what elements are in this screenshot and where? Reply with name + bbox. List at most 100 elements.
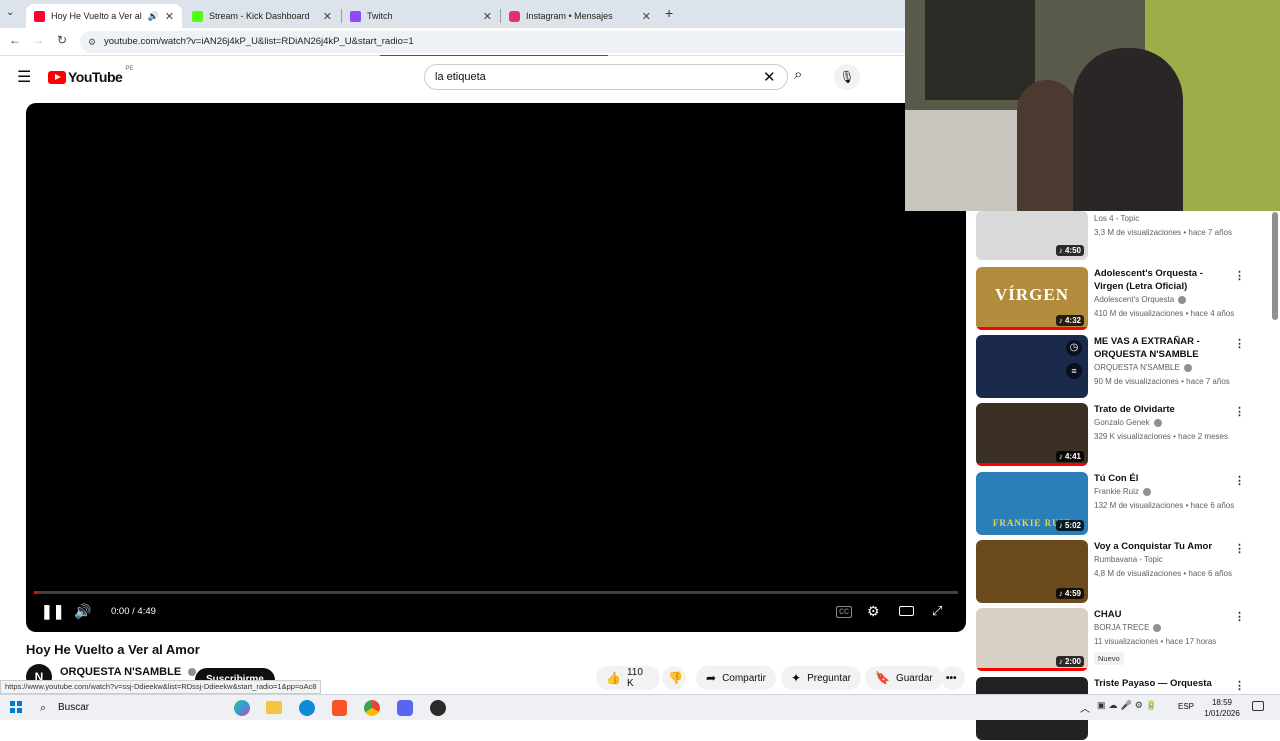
close-tab-icon[interactable]: ✕ — [165, 10, 174, 23]
more-vertical-icon[interactable]: ⋮ — [1234, 610, 1245, 623]
recommended-video-item[interactable]: ♪ 4:59 Voy a Conquistar Tu Amor Rumbavana … — [976, 540, 1272, 604]
windows-start-icon[interactable] — [10, 701, 22, 713]
discord-icon[interactable] — [397, 700, 413, 716]
reload-icon[interactable]: ↻ — [53, 33, 71, 47]
close-tab-icon[interactable]: ✕ — [483, 10, 492, 23]
video-progress-bar[interactable] — [34, 591, 958, 594]
forward-arrow-icon[interactable]: → — [29, 33, 47, 47]
tab-instagram[interactable]: Instagram • Mensajes ✕ — [501, 4, 659, 28]
more-vertical-icon[interactable]: ⋮ — [1234, 542, 1245, 555]
recommended-channel-name[interactable]: ORQUESTA N'SAMBLE — [1094, 363, 1192, 372]
thumbs-down-icon: 👎 — [668, 671, 683, 685]
volume-icon[interactable]: 🔊 — [74, 603, 91, 620]
taskbar-search-input[interactable]: ⌕ Buscar — [32, 698, 222, 718]
chrome-browser-icon[interactable] — [364, 700, 380, 716]
close-tab-icon[interactable]: ✕ — [323, 10, 332, 23]
more-actions-button[interactable]: ••• — [941, 666, 965, 690]
site-info-icon[interactable]: ⚙ — [88, 31, 96, 53]
clear-search-icon[interactable]: ✕ — [763, 68, 776, 86]
settings-gear-icon[interactable]: ⚙ — [867, 603, 880, 620]
recommended-video-title[interactable]: Tú Con Él — [1094, 472, 1234, 485]
recommended-video-item[interactable]: ♪ 2:00 CHAU BORJA TRECE 11 visualizaciones … — [976, 608, 1272, 672]
save-button[interactable]: 🔖 Guardar — [865, 666, 943, 690]
back-arrow-icon[interactable]: ← — [6, 33, 24, 47]
watched-progress-bar — [976, 463, 1088, 466]
more-vertical-icon[interactable]: ⋮ — [1234, 405, 1245, 418]
tab-list-chevron-icon[interactable]: ⌄ — [6, 7, 14, 18]
recommended-video-title[interactable]: Trato de Olvidarte — [1094, 403, 1234, 416]
edge-browser-icon[interactable] — [299, 700, 315, 716]
tab-kick[interactable]: Stream - Kick Dashboard ✕ — [184, 4, 340, 28]
tray-icons[interactable]: ▣☁🎤⚙🔋 — [1097, 700, 1160, 711]
fullscreen-icon[interactable]: ⤢ — [932, 603, 942, 619]
menu-hamburger-icon[interactable]: ☰ — [17, 67, 31, 87]
duration-badge: ♪ 4:59 — [1055, 588, 1084, 599]
video-thumbnail[interactable]: ♪ 2:00 — [976, 608, 1088, 671]
video-thumbnail[interactable]: VÍRGEN ♪ 4:32 — [976, 267, 1088, 330]
channel-text: Gonzalo Genek — [1094, 418, 1150, 427]
recommended-channel-name[interactable]: Rumbavana - Topic — [1094, 555, 1163, 564]
close-tab-icon[interactable]: ✕ — [642, 10, 651, 23]
webcam-window — [925, 0, 1035, 100]
notification-icon[interactable] — [1252, 701, 1264, 711]
recommended-channel-name[interactable]: Los 4 - Topic — [1094, 214, 1139, 223]
copilot-icon[interactable] — [234, 700, 250, 716]
more-vertical-icon[interactable]: ⋮ — [1234, 337, 1245, 350]
channel-text: Los 4 - Topic — [1094, 214, 1140, 223]
share-button[interactable]: ➦ Compartir — [696, 666, 776, 690]
more-vertical-icon[interactable]: ⋮ — [1234, 269, 1245, 282]
verified-check-icon — [1153, 623, 1162, 632]
recommended-channel-name[interactable]: Frankie Ruiz — [1094, 487, 1151, 496]
recommended-channel-name[interactable]: Adolescent's Orquesta — [1094, 295, 1187, 304]
sidebar-scrollbar[interactable] — [1272, 212, 1278, 320]
recommended-video-item[interactable]: ♪ 4:50 Los 4 - Topic 3,3 M de visualizacio… — [976, 211, 1272, 261]
recommended-video-item[interactable]: ♪ 4:41 Trato de Olvidarte Gonzalo Genek 329… — [976, 403, 1272, 467]
more-vertical-icon[interactable]: ⋮ — [1234, 679, 1245, 692]
tab-twitch[interactable]: Twitch ✕ — [342, 4, 500, 28]
search-icon[interactable]: ⌕ — [794, 66, 802, 83]
recommended-video-item[interactable]: FRANKIE RUIZ ♪ 5:02 Tú Con Él Frankie Ruiz 1… — [976, 472, 1272, 536]
voice-search-mic-icon[interactable]: 🎙 — [834, 64, 860, 90]
video-player[interactable]: ❚❚ 🔊 0:00 / 4:49 cc ⚙ ⤢ — [26, 103, 966, 632]
channel-name[interactable]: ORQUESTA N'SAMBLE — [60, 666, 197, 678]
brave-browser-icon[interactable] — [332, 700, 347, 716]
recommended-video-title[interactable]: Voy a Conquistar Tu Amor — [1094, 540, 1234, 553]
recommended-channel-name[interactable]: BORJA TRECE — [1094, 623, 1162, 632]
add-to-queue-icon[interactable]: ≡ — [1066, 363, 1082, 379]
youtube-logo[interactable]: YouTube PE — [48, 66, 133, 85]
dislike-button[interactable]: 👎 — [662, 666, 686, 690]
watch-later-clock-icon[interactable]: ◷ — [1066, 340, 1082, 356]
video-thumbnail[interactable]: FRANKIE RUIZ ♪ 5:02 — [976, 472, 1088, 535]
recommended-channel-name[interactable]: Gonzalo Genek — [1094, 418, 1162, 427]
tray-chevron-up-icon[interactable]: ︿ — [1080, 700, 1090, 715]
video-thumbnail[interactable]: ♪ 4:41 — [976, 403, 1088, 466]
recommended-video-item[interactable]: ◷ ≡ ME VAS A EXTRAÑAR - ORQUESTA N'SAMBLE O… — [976, 335, 1272, 399]
duration-badge: ♪ 5:02 — [1055, 520, 1084, 531]
new-badge: Nuevo — [1094, 652, 1124, 665]
language-indicator[interactable]: ESP — [1178, 702, 1194, 711]
recommended-video-title[interactable]: CHAU — [1094, 608, 1234, 621]
theater-mode-icon[interactable] — [899, 606, 914, 616]
search-input[interactable]: la etiqueta ✕ — [424, 64, 788, 90]
new-tab-plus-icon[interactable]: + — [665, 5, 673, 21]
recommended-video-item[interactable]: VÍRGEN ♪ 4:32 Adolescent's Orquesta - Virg… — [976, 267, 1272, 331]
like-button[interactable]: 👍 110 K — [596, 666, 660, 690]
video-thumbnail[interactable]: ◷ ≡ — [976, 335, 1088, 398]
more-vertical-icon[interactable]: ⋮ — [1234, 474, 1245, 487]
recommended-video-title[interactable]: ME VAS A EXTRAÑAR - ORQUESTA N'SAMBLE — [1094, 335, 1234, 361]
speaker-icon[interactable]: 🔊 — [148, 11, 159, 22]
tab-youtube[interactable]: Hoy He Vuelto a Ver al Amor 🔊 ✕ — [26, 4, 182, 28]
thumbnail-caption: VÍRGEN — [994, 285, 1069, 304]
file-explorer-icon[interactable] — [266, 701, 282, 714]
share-arrow-icon: ➦ — [706, 671, 717, 685]
video-thumbnail[interactable]: ♪ 4:59 — [976, 540, 1088, 603]
ask-button[interactable]: ✦ Preguntar — [781, 666, 861, 690]
recommended-video-title[interactable]: Triste Payaso — Orquesta — [1094, 677, 1234, 690]
video-thumbnail[interactable]: ♪ 4:50 — [976, 211, 1088, 260]
pause-icon[interactable]: ❚❚ — [41, 603, 64, 620]
taskbar-clock[interactable]: 18:59 1/01/2026 — [1200, 697, 1244, 719]
obs-studio-icon[interactable] — [430, 700, 446, 716]
url-field[interactable]: ⚙ youtube.com/watch?v=iAN26j4kP_U&list=R… — [80, 31, 920, 53]
subtitles-icon[interactable]: cc — [836, 606, 852, 618]
recommended-video-title[interactable]: Adolescent's Orquesta - Virgen (Letra Of… — [1094, 267, 1234, 293]
